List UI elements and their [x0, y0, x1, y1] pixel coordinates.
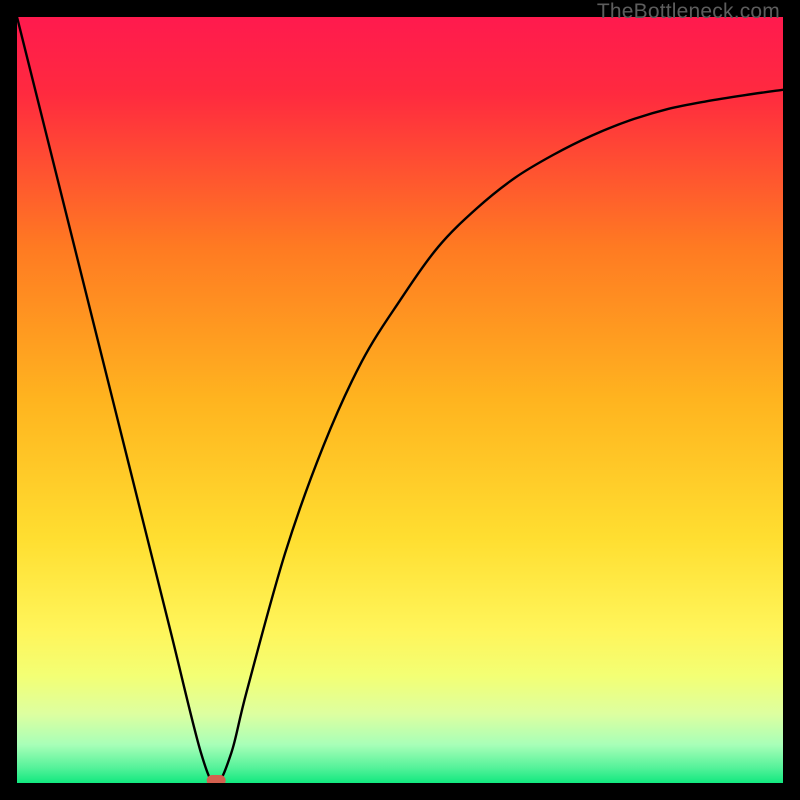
bottleneck-chart — [17, 17, 783, 783]
watermark-text: TheBottleneck.com — [597, 0, 780, 24]
optimal-point-marker — [207, 775, 226, 783]
chart-frame — [17, 17, 783, 783]
gradient-background — [17, 17, 783, 783]
